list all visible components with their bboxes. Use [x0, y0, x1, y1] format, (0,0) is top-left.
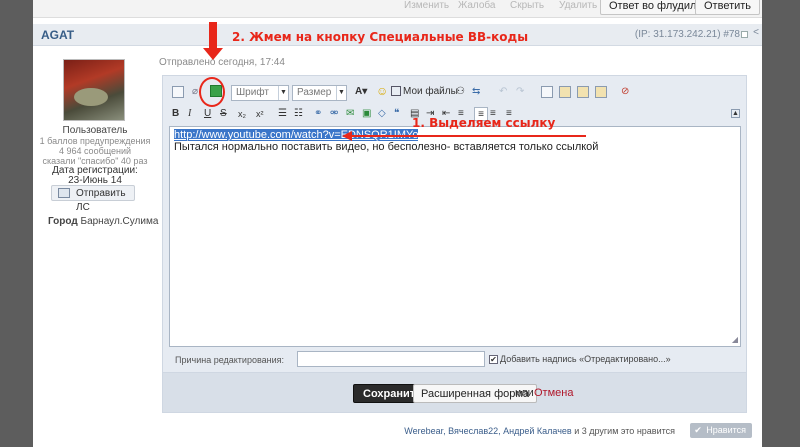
- my-files-button[interactable]: Мои файлы: [403, 85, 458, 99]
- email-icon[interactable]: ✉: [346, 107, 354, 121]
- edit-reason-input[interactable]: [297, 351, 485, 367]
- edited-note-checkbox[interactable]: ✔: [489, 355, 498, 364]
- collapse-toolbar-icon[interactable]: ▲: [731, 109, 740, 118]
- user-messages: 4 964 сообщений: [58, 146, 132, 156]
- smiley-icon[interactable]: ☺: [376, 84, 388, 98]
- undo-icon[interactable]: ↶: [499, 85, 507, 99]
- likes-summary: Werebear, Вячеслав22, Андрей Калачев и 3…: [404, 426, 675, 436]
- edit-reason-label: Причина редактирования:: [175, 355, 285, 365]
- post-ip-and-number: (IP: 31.173.242.21) #78: [635, 29, 740, 40]
- quote-icon[interactable]: ❝: [394, 107, 399, 121]
- hide-link[interactable]: Скрыть: [510, 0, 544, 11]
- subscript-icon[interactable]: x₂: [238, 107, 246, 121]
- delete-link[interactable]: Удалить: [559, 0, 597, 11]
- editor-toolbar-top: ⌀ Шрифт ▼ Размер ▼ A▾ ☺ Мои файлы ⚇ ⇆ ↶ …: [170, 82, 741, 104]
- likes-bar: Werebear, Вячеслав22, Андрей Калачев и 3…: [159, 423, 762, 439]
- cancel-link[interactable]: Отмена: [534, 387, 573, 399]
- resize-handle-icon[interactable]: ◢: [732, 335, 738, 344]
- unlink-icon[interactable]: ⚮: [330, 107, 338, 121]
- chevron-down-icon: ▼: [278, 86, 288, 100]
- share-icon[interactable]: <: [753, 27, 759, 38]
- link-check-icon[interactable]: ⇆: [472, 85, 480, 99]
- paste-word-icon[interactable]: [595, 86, 607, 98]
- post-select-checkbox[interactable]: [741, 31, 748, 38]
- size-select[interactable]: Размер ▼: [292, 85, 347, 101]
- report-link[interactable]: Жалоба: [458, 0, 495, 11]
- underline-icon[interactable]: U: [204, 107, 211, 121]
- like-button-label: Нравится: [706, 425, 746, 435]
- annotation-step-1: 1. Выделяем ссылку: [412, 116, 556, 130]
- font-select[interactable]: Шрифт ▼: [231, 85, 289, 101]
- copy-icon[interactable]: [541, 86, 553, 98]
- annotation-arrow-left-head: [342, 131, 352, 141]
- message-textarea[interactable]: http://www.youtube.com/watch?v=EDNSQR1IM…: [169, 126, 741, 347]
- bold-icon[interactable]: B: [172, 107, 179, 121]
- editor-actions: Сохранить Расширенная форма или Отмена: [162, 373, 747, 413]
- user-role: Пользователь: [62, 125, 128, 136]
- annotation-arrow-down: [209, 22, 217, 50]
- post-number[interactable]: #78: [723, 29, 740, 40]
- annotation-step-2: 2. Жмем на кнопку Специальные BB-коды: [232, 30, 529, 44]
- author-name[interactable]: AGAT: [41, 28, 74, 42]
- edit-reason-row: Причина редактирования: ✔ Добавить надпи…: [163, 349, 748, 371]
- edit-link[interactable]: Изменить: [404, 0, 449, 11]
- paste-text-icon[interactable]: [577, 86, 589, 98]
- size-select-value: Размер: [297, 87, 332, 98]
- avatar[interactable]: [63, 59, 125, 121]
- font-select-value: Шрифт: [236, 87, 269, 98]
- like-button[interactable]: ✔ Нравится: [690, 423, 752, 438]
- envelope-icon: [58, 188, 70, 198]
- post-action-bar: Изменить Жалоба Скрыть Удалить Ответ во …: [33, 0, 762, 18]
- image-icon[interactable]: ▣: [362, 107, 371, 121]
- reply-button[interactable]: Ответить: [695, 0, 761, 15]
- strike-icon[interactable]: S: [220, 107, 227, 121]
- chevron-down-icon: ▼: [336, 86, 346, 100]
- binoculars-icon[interactable]: ⚇: [456, 85, 465, 99]
- message-text-line[interactable]: Пытался нормально поставить видео, но бе…: [174, 141, 736, 153]
- likers-names[interactable]: Werebear, Вячеслав22, Андрей Калачев: [404, 426, 571, 436]
- checkmark-icon: ✔: [694, 425, 702, 435]
- or-text: или: [515, 387, 534, 399]
- paste-icon[interactable]: [559, 86, 571, 98]
- source-mode-icon[interactable]: [172, 86, 184, 98]
- city-label: Город: [48, 216, 78, 227]
- redo-icon[interactable]: ↷: [516, 85, 524, 99]
- send-pm-label: Отправить ЛС: [76, 188, 126, 213]
- numbered-list-icon[interactable]: ☷: [294, 107, 303, 121]
- superscript-icon[interactable]: x²: [256, 107, 264, 121]
- font-color-icon[interactable]: A▾: [355, 85, 367, 99]
- user-city: Город Барнаул.Сулима: [48, 216, 158, 227]
- annotation-arrow-left: [350, 135, 586, 137]
- post-container: Изменить Жалоба Скрыть Удалить Ответ во …: [33, 0, 762, 447]
- annotation-arrow-down-head: [203, 48, 223, 60]
- eraser-icon[interactable]: ⌀: [192, 85, 198, 99]
- italic-icon[interactable]: I: [188, 107, 191, 121]
- city-value: Барнаул.Сулима: [80, 216, 159, 227]
- link-icon[interactable]: ⚭: [314, 107, 322, 121]
- ip-address: (IP: 31.173.242.21): [634, 29, 721, 40]
- user-warnings: 1 баллов предупреждения: [39, 136, 151, 146]
- likes-rest: и 3 другим это нравится: [571, 426, 675, 436]
- code-icon[interactable]: ◇: [378, 107, 386, 121]
- annotation-circle: [199, 77, 225, 107]
- my-files-icon[interactable]: [391, 86, 401, 96]
- edited-note-label: Добавить надпись «Отредактировано...»: [500, 354, 671, 364]
- bullet-list-icon[interactable]: ☰: [278, 107, 287, 121]
- avatar-image: [74, 88, 108, 106]
- remove-format-icon[interactable]: ⊘: [621, 85, 629, 99]
- send-pm-button[interactable]: Отправить ЛС: [51, 185, 135, 213]
